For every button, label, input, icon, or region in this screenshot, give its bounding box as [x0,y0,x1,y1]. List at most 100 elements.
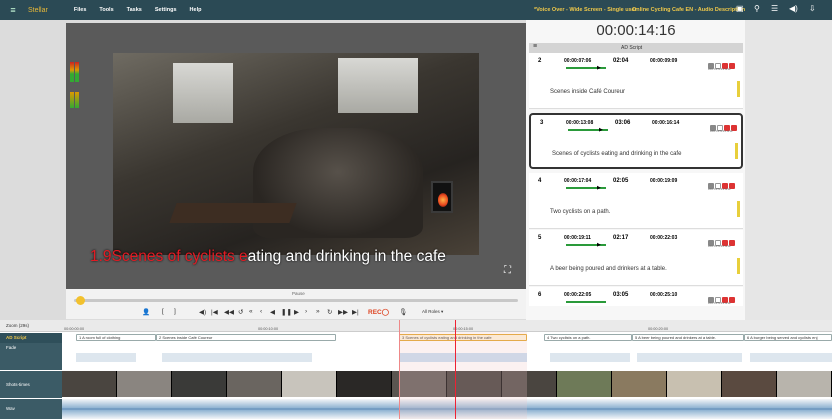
selection-start-marker[interactable] [399,320,400,419]
microphone-icon[interactable]: 🎙 [399,308,407,316]
card-play-icon[interactable]: ▶ [597,242,601,248]
save-icon[interactable]: ▣ [736,4,744,13]
subtitle-text: ating and drinking in the cafe [247,248,446,265]
card-play-icon[interactable]: ▶ [597,185,601,191]
card-progress [566,301,606,303]
export-icon[interactable]: ⇩ [809,4,816,13]
step-back-icon[interactable]: ‹ [260,308,262,315]
card-time-in[interactable]: 00:00:13:08 [566,120,593,126]
card-meta: 10s CPS:13.4/12 [708,301,731,305]
hamburger-icon[interactable]: ≡ [6,5,20,15]
card-level [737,81,740,97]
shot-thumb [282,371,337,397]
fast-forward-icon[interactable]: ▶▶ [338,308,348,316]
ad-card[interactable]: 2 00:00:07:06 02:04 00:00:09:09 ▶ 10s CP… [529,53,743,109]
card-tools [707,233,743,246]
roles-select[interactable]: All Roles ▾ [422,309,443,315]
card-time-out[interactable]: 00:00:09:09 [650,58,677,64]
audio-icon[interactable]: ◀) [199,308,206,316]
video-fireplace [431,181,453,213]
card-tools [707,56,743,69]
fullscreen-icon[interactable]: ⛶ [504,265,511,276]
ad-card[interactable]: 6 00:00:22:05 03:05 00:00:25:10 10s CPS:… [529,287,743,306]
list-icon[interactable]: ☰ [771,4,778,13]
card-time-out[interactable]: 00:00:22:03 [650,235,677,241]
menu-settings[interactable]: Settings [155,7,177,13]
card-time-out[interactable]: 00:00:16:14 [652,120,679,126]
shot-thumb [117,371,172,397]
skip-start-icon[interactable]: |◀ [211,308,218,316]
card-text[interactable]: Two cyclists on a path. [550,209,610,215]
playhead[interactable] [455,320,456,419]
card-text[interactable]: Scenes of cyclists eating and drinking i… [552,151,681,157]
track-label-fade: Fade [0,343,62,370]
play-back-icon[interactable]: ◀ [270,308,275,316]
card-tools [707,176,743,189]
timecode-display: 00:00:14:16 [596,22,676,39]
card-text[interactable]: Scenes inside Café Coureur [550,89,625,95]
card-time-in[interactable]: 00:00:07:06 [564,58,591,64]
project-mode: *Voice Over - Wide Screen - Single user [534,7,637,13]
menu-tools[interactable]: Tools [99,7,113,13]
timeline-segment[interactable]: 5 A beer being poured and drinkers at a … [632,334,744,341]
volume-icon[interactable]: ◀) [789,4,798,13]
ad-menu-icon[interactable]: ≡ [533,43,537,50]
loop-icon[interactable]: ↺ [238,308,243,316]
mark-out-icon[interactable]: ] [174,308,176,315]
fade-wave [162,353,312,362]
menu-tasks[interactable]: Tasks [127,7,142,13]
loop-forward-icon[interactable]: ↻ [327,308,332,316]
video-window-right [338,58,418,113]
right-strip [745,20,832,320]
track-label-ad[interactable]: AD Script [0,333,62,343]
user-icon[interactable]: 👤 [142,308,150,316]
mark-in-icon[interactable]: [ [162,308,164,315]
timeline-ruler[interactable]: Zoom (29s) 00:00:00:00 00:00:10:00 00:00… [0,320,832,332]
card-tools [707,290,743,303]
pause-label: Pause [292,291,305,296]
skip-end-icon[interactable]: ▶| [352,308,359,316]
card-time-in[interactable]: 00:00:19:11 [564,235,591,241]
vu-meter-right-2 [75,92,79,108]
prev-icon[interactable]: « [249,308,253,315]
card-time-out[interactable]: 00:00:25:10 [650,292,677,298]
timeline-segment[interactable]: 4 Two cyclists on a path. [544,334,632,341]
search-icon[interactable]: ⚲ [754,4,760,13]
menu-help[interactable]: Help [190,7,202,13]
card-time-out[interactable]: 00:00:19:09 [650,178,677,184]
roles-label: All Roles [422,309,440,314]
pause-icon[interactable]: ❚❚ [281,308,292,316]
card-play-icon[interactable]: ▶ [599,127,603,133]
progress-knob[interactable] [76,296,85,305]
card-index: 6 [538,292,542,298]
ad-card-active[interactable]: 3 00:00:13:08 03:06 00:00:16:14 ▶ 10s CP… [529,113,743,169]
play-icon[interactable]: ▶ [294,308,299,316]
video-window-left [173,63,233,123]
app-logo: Stellar [28,6,48,14]
timeline-segment[interactable]: 1 A room full of clothing [76,334,156,341]
zoom-label[interactable]: Zoom (29s) [0,323,62,328]
shot-thumb [777,371,832,397]
card-play-icon[interactable]: ▶ [597,65,601,71]
card-time-in[interactable]: 00:00:17:04 [564,178,591,184]
progress-slider[interactable] [74,296,518,305]
rewind-icon[interactable]: ◀◀ [224,308,234,316]
video-frame[interactable] [113,53,479,255]
card-time-in[interactable]: 00:00:22:05 [564,292,591,298]
step-forward-icon[interactable]: › [305,308,307,315]
record-button[interactable]: REC◯ [368,308,389,316]
menu-files[interactable]: Files [74,7,87,13]
ad-card[interactable]: 5 00:00:19:11 02:17 00:00:22:03 ▶ 10s CP… [529,230,743,286]
card-text[interactable]: A beer being poured and drinkers at a ta… [550,266,667,272]
tick-label: 00:00:10:00 [258,327,279,331]
shot-thumb [227,371,282,397]
ad-card[interactable]: 4 00:00:17:04 02:05 00:00:19:09 ▶ 10s CP… [529,173,743,229]
next-icon[interactable]: » [316,308,320,315]
card-meta: 10s CPS:13.4/12 [708,67,731,71]
timeline-segment[interactable]: 6 A burger being served and cyclists enj [744,334,832,341]
card-level [735,143,738,159]
timeline-segment[interactable]: 2 Scenes inside Café Coureur [156,334,336,341]
selection-region[interactable] [399,332,527,419]
fade-wave [76,353,136,362]
shot-thumb [172,371,227,397]
